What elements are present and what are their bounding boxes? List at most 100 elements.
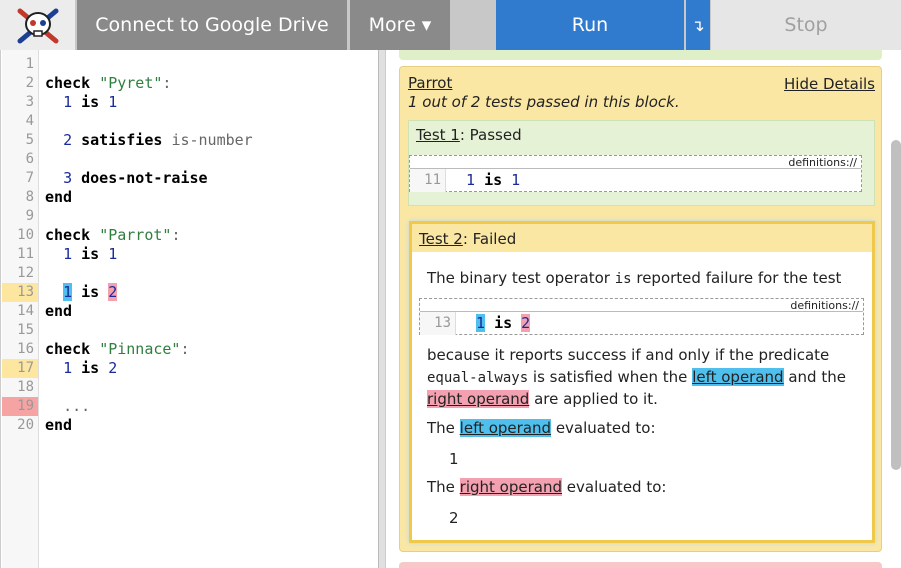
test-2-link[interactable]: Test 2 xyxy=(419,230,463,248)
code-line-19[interactable]: ... xyxy=(45,397,90,416)
stop-button[interactable]: Stop xyxy=(711,0,901,50)
test-1-link[interactable]: Test 1 xyxy=(416,126,460,144)
next-check-block[interactable] xyxy=(399,562,882,568)
line-number: 2 xyxy=(25,75,34,91)
code-line-20[interactable]: end xyxy=(45,416,72,435)
text: are applied to it. xyxy=(529,390,658,408)
code-line-11[interactable]: 1 is 1 xyxy=(45,245,117,264)
line-number: 7 xyxy=(25,170,34,186)
run-options-button[interactable]: ↴ xyxy=(686,0,710,50)
left-operand-link[interactable]: left operand xyxy=(459,419,552,437)
code-line-8[interactable]: end xyxy=(45,188,72,207)
left-operand-link[interactable]: left operand xyxy=(692,368,784,386)
pyret-logo[interactable] xyxy=(0,0,75,50)
test-2-result: Test 2: Failed The binary test operator … xyxy=(409,221,875,543)
failure-explanation-line-2: because it reports success if and only i… xyxy=(427,344,829,366)
definitions-editor[interactable]: 1 2 3 4 5 6 7 8 9 10 11 12 13 14 15 16 17 18 19 20 check "P… xyxy=(0,50,378,568)
line-number: 17 xyxy=(2,359,38,378)
left-operand-highlight: 1 xyxy=(63,283,73,301)
text: The binary test operator xyxy=(427,269,615,287)
text: is satisfied when the xyxy=(528,368,693,386)
string-literal: "Pinnace" xyxy=(99,340,181,358)
snippet-line-number: 13 xyxy=(420,312,456,335)
test-1-title: Test 1: Passed xyxy=(416,126,522,144)
hide-details-link[interactable]: Hide Details xyxy=(784,75,875,93)
code-line-14[interactable]: end xyxy=(45,302,72,321)
connect-google-drive-button[interactable]: Connect to Google Drive xyxy=(77,0,347,50)
test-2-snippet[interactable]: definitions:// 13 1 is 2 xyxy=(419,298,864,335)
line-number: 9 xyxy=(25,208,34,224)
is-keyword: is xyxy=(484,171,503,189)
number-literal: 1 xyxy=(63,93,73,111)
test-1-status: : Passed xyxy=(459,126,522,144)
end-keyword: end xyxy=(45,302,73,320)
line-number: 14 xyxy=(17,303,34,319)
colon: : xyxy=(180,340,190,358)
code-line-2[interactable]: check "Pyret": xyxy=(45,74,171,93)
text: evaluated to: xyxy=(551,419,656,437)
line-number: 4 xyxy=(25,113,34,129)
failure-explanation-line-1: The binary test operator is reported fai… xyxy=(427,267,841,290)
number-literal: 3 xyxy=(63,169,73,187)
previous-check-block[interactable] xyxy=(399,50,882,60)
test-2-header: Test 2: Failed xyxy=(412,224,872,252)
string-literal: "Pyret" xyxy=(99,74,163,92)
interactions-scrollbar[interactable] xyxy=(891,140,901,470)
colon: : xyxy=(162,74,172,92)
line-number: 18 xyxy=(17,379,34,395)
code-line-7[interactable]: 3 does-not-raise xyxy=(45,169,208,188)
pane-splitter[interactable] xyxy=(378,50,386,568)
code-line-3[interactable]: 1 is 1 xyxy=(45,93,117,112)
satisfies-keyword: satisfies xyxy=(81,131,163,149)
is-keyword: is xyxy=(81,245,100,263)
ellipsis: ... xyxy=(63,397,91,415)
left-operand-highlight[interactable]: 1 xyxy=(476,314,486,332)
check-keyword: check xyxy=(45,74,91,92)
number-literal: 1 xyxy=(63,359,73,377)
check-block-name-link[interactable]: Parrot xyxy=(408,74,452,92)
test-1-result: Test 1: Passed definitions:// 11 1 is 1 xyxy=(408,120,875,206)
snippet-line-number: 11 xyxy=(410,169,446,192)
test-1-snippet[interactable]: definitions:// 11 1 is 1 xyxy=(409,155,862,192)
check-keyword: check xyxy=(45,340,91,358)
text: The xyxy=(427,478,460,496)
code-line-5[interactable]: 2 satisfies is-number xyxy=(45,131,253,150)
is-keyword: is xyxy=(81,283,100,301)
code-line-17[interactable]: 1 is 2 xyxy=(45,359,117,378)
code-line-16[interactable]: check "Pinnace": xyxy=(45,340,190,359)
is-keyword: is xyxy=(81,359,100,377)
right-operand-link[interactable]: right operand xyxy=(459,478,562,496)
number-literal: 1 xyxy=(466,171,476,189)
text: The xyxy=(427,419,460,437)
code-line-13[interactable]: 1 is 2 xyxy=(45,283,118,302)
line-number-gutter: 1 2 3 4 5 6 7 8 9 10 11 12 13 14 15 16 17 18 19 20 xyxy=(2,50,39,568)
run-button[interactable]: Run xyxy=(496,0,684,50)
does-not-raise-keyword: does-not-raise xyxy=(81,169,208,187)
string-literal: "Parrot" xyxy=(99,226,172,244)
line-number: 8 xyxy=(25,189,34,205)
code-line-10[interactable]: check "Parrot": xyxy=(45,226,180,245)
check-block-parrot: Parrot 1 out of 2 tests passed in this b… xyxy=(399,66,882,552)
text: evaluated to: xyxy=(562,478,667,496)
number-literal: 1 xyxy=(511,171,521,189)
number-literal: 2 xyxy=(63,131,73,149)
predicate-code: equal-always xyxy=(427,370,529,386)
end-keyword: end xyxy=(45,188,73,206)
snippet-code: 1 is 1 xyxy=(466,169,520,192)
line-number: 11 xyxy=(17,246,34,262)
pyret-skull-icon xyxy=(17,8,58,44)
more-menu-button[interactable]: More ▾ xyxy=(350,0,450,50)
line-number: 15 xyxy=(17,322,34,338)
toolbar: Connect to Google Drive More ▾ Run ↴ Sto… xyxy=(0,0,901,50)
check-keyword: check xyxy=(45,226,91,244)
failure-explanation-line-4: right operand are applied to it. xyxy=(427,388,658,410)
number-literal: 1 xyxy=(63,245,73,263)
line-number: 1 xyxy=(25,56,34,72)
left-operand-value: 1 xyxy=(449,450,459,468)
right-operand-link[interactable]: right operand xyxy=(427,390,530,408)
line-number: 6 xyxy=(25,151,34,167)
right-operand-heading: The right operand evaluated to: xyxy=(427,476,666,498)
right-operand-highlight[interactable]: 2 xyxy=(521,314,531,332)
check-block-summary: 1 out of 2 tests passed in this block. xyxy=(408,93,680,111)
line-number: 19 xyxy=(2,397,38,416)
